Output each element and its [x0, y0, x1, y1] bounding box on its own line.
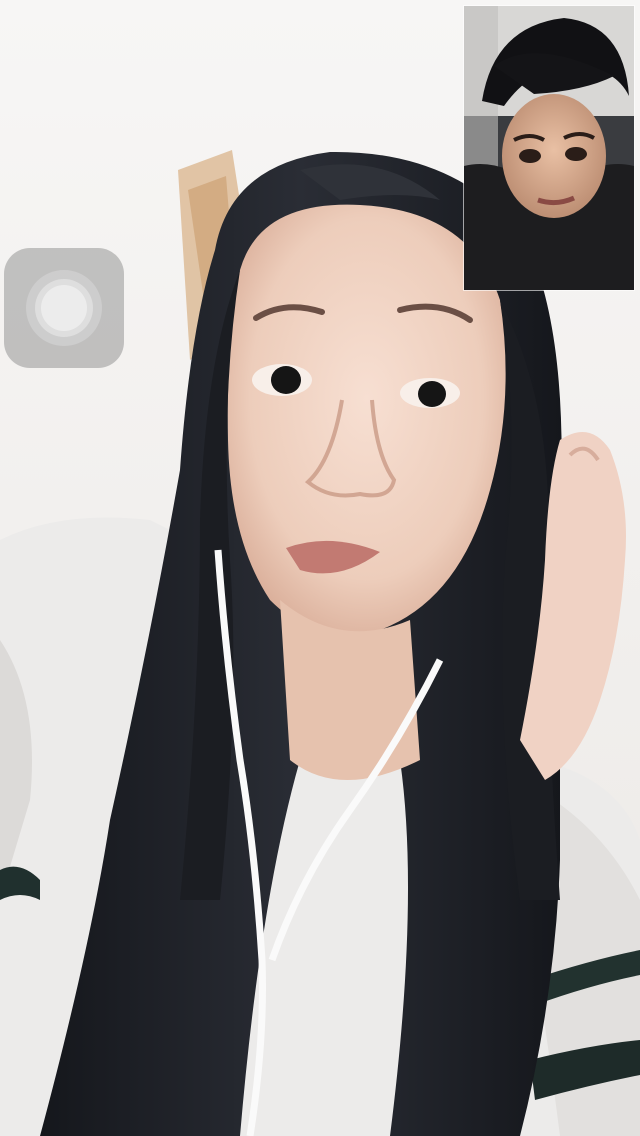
left-eye — [271, 366, 301, 394]
self-view-frame — [464, 6, 634, 290]
assistive-touch-center — [41, 285, 87, 331]
face — [502, 94, 606, 218]
right-eye — [418, 381, 446, 407]
video-call-screen — [0, 0, 640, 1136]
assistive-touch-button[interactable] — [4, 248, 124, 368]
self-view-preview[interactable] — [464, 6, 634, 290]
